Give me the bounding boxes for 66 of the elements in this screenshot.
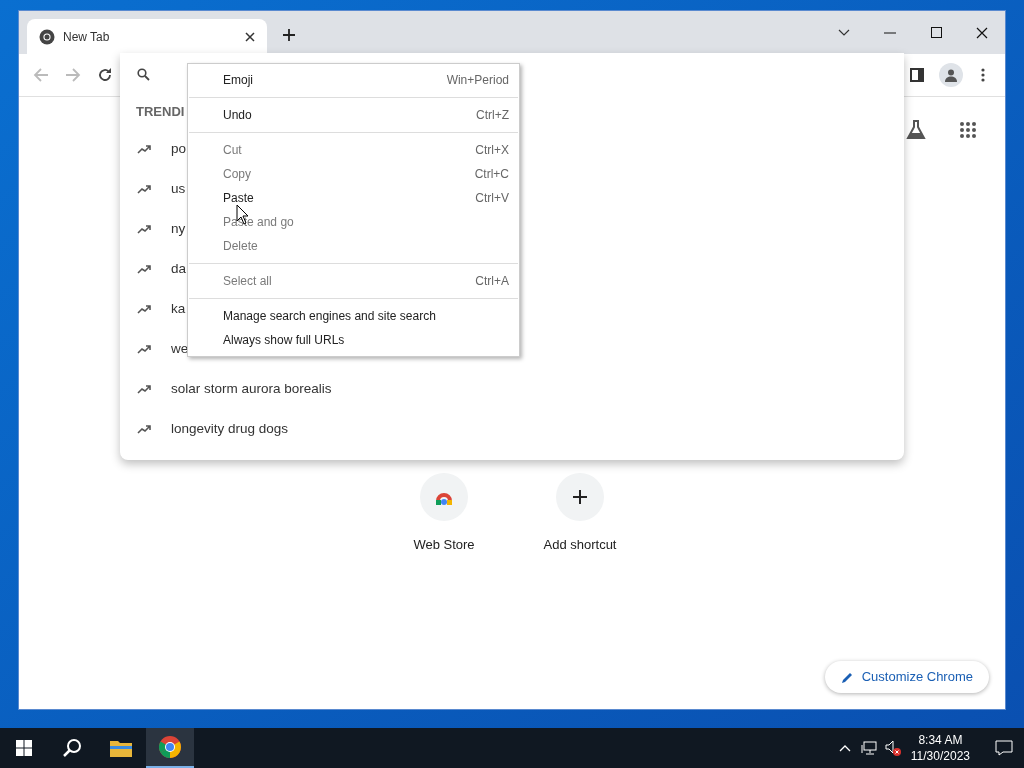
more-vertical-icon — [981, 68, 985, 82]
plus-icon — [282, 28, 296, 42]
reload-icon — [97, 67, 113, 83]
tab-title: New Tab — [63, 28, 111, 46]
menu-item[interactable]: Always show full URLs — [188, 328, 519, 352]
suggestion-text[interactable]: longevity drug dogs — [171, 418, 289, 440]
trending-up-icon — [137, 384, 151, 394]
plus-icon — [573, 490, 587, 504]
person-icon — [944, 68, 958, 82]
trending-up-icon — [137, 304, 151, 314]
chevron-down-icon — [838, 28, 850, 37]
menu-item-label: Undo — [223, 107, 253, 124]
suggestion-text[interactable]: da — [171, 258, 187, 280]
chrome-taskbar-button[interactable] — [146, 728, 194, 768]
close-icon[interactable] — [245, 31, 255, 42]
clock-time: 8:34 AM — [918, 732, 963, 748]
chrome-logo-icon — [158, 735, 182, 759]
shortcut-hint: Win+Period — [446, 72, 509, 89]
maximize-icon — [930, 27, 942, 38]
customize-chrome-button[interactable]: Customize Chrome — [824, 661, 989, 693]
trending-up-icon — [137, 144, 151, 154]
suggestion-text[interactable]: us — [171, 178, 186, 200]
browser-tab[interactable]: New Tab — [27, 19, 267, 54]
trending-up-icon — [137, 424, 151, 434]
menu-item[interactable]: Manage search engines and site search — [188, 304, 519, 328]
suggestion-text[interactable]: we — [171, 338, 189, 360]
shortcut-hint: Ctrl+Z — [476, 107, 509, 124]
trending-up-icon — [137, 224, 151, 234]
trending-up-icon — [137, 184, 151, 194]
network-icon — [860, 741, 877, 755]
windows-logo-icon — [16, 740, 32, 756]
profile-button[interactable] — [939, 63, 963, 87]
shortcut-tile[interactable]: Add shortcut — [524, 473, 636, 557]
chevron-up-icon — [838, 744, 851, 752]
suggestion-text[interactable]: ny — [171, 218, 186, 240]
trending-up-icon — [137, 344, 151, 354]
trending-heading: TRENDI — [136, 103, 185, 122]
apps-grid-icon — [959, 121, 977, 139]
suggestion-text[interactable]: ka — [171, 298, 186, 320]
menu-item-label: Select all — [223, 273, 273, 290]
folder-icon — [110, 739, 132, 757]
chrome-logo-icon — [39, 28, 55, 45]
menu-item-label: Emoji — [223, 72, 254, 89]
side-panel-icon — [910, 68, 924, 82]
menu-item-label: Paste — [223, 190, 255, 207]
shortcut-hint: Ctrl+A — [475, 273, 509, 290]
clock-date: 11/30/2023 — [910, 748, 970, 764]
shortcut-hint: Ctrl+X — [475, 142, 509, 159]
shortcut-hint: Ctrl+V — [475, 190, 509, 207]
close-icon — [976, 26, 988, 39]
shortcut-hint: Ctrl+C — [474, 166, 509, 183]
trending-up-icon — [137, 264, 151, 274]
suggestion-text[interactable]: po — [171, 138, 187, 160]
flask-icon — [905, 119, 927, 141]
search-icon — [137, 67, 150, 81]
pencil-icon — [840, 670, 854, 684]
shortcut-tile[interactable]: Web Store — [388, 473, 500, 557]
volume-muted-icon — [884, 740, 901, 756]
minimize-icon — [884, 31, 896, 34]
back-arrow-icon — [33, 67, 49, 83]
search-icon — [62, 738, 82, 758]
menu-item-label: Cut — [223, 142, 243, 159]
menu-item-label: Copy — [223, 166, 252, 183]
suggestion-text[interactable]: solar storm aurora borealis — [171, 378, 332, 400]
message-icon — [995, 740, 1013, 756]
forward-arrow-icon — [65, 67, 81, 83]
